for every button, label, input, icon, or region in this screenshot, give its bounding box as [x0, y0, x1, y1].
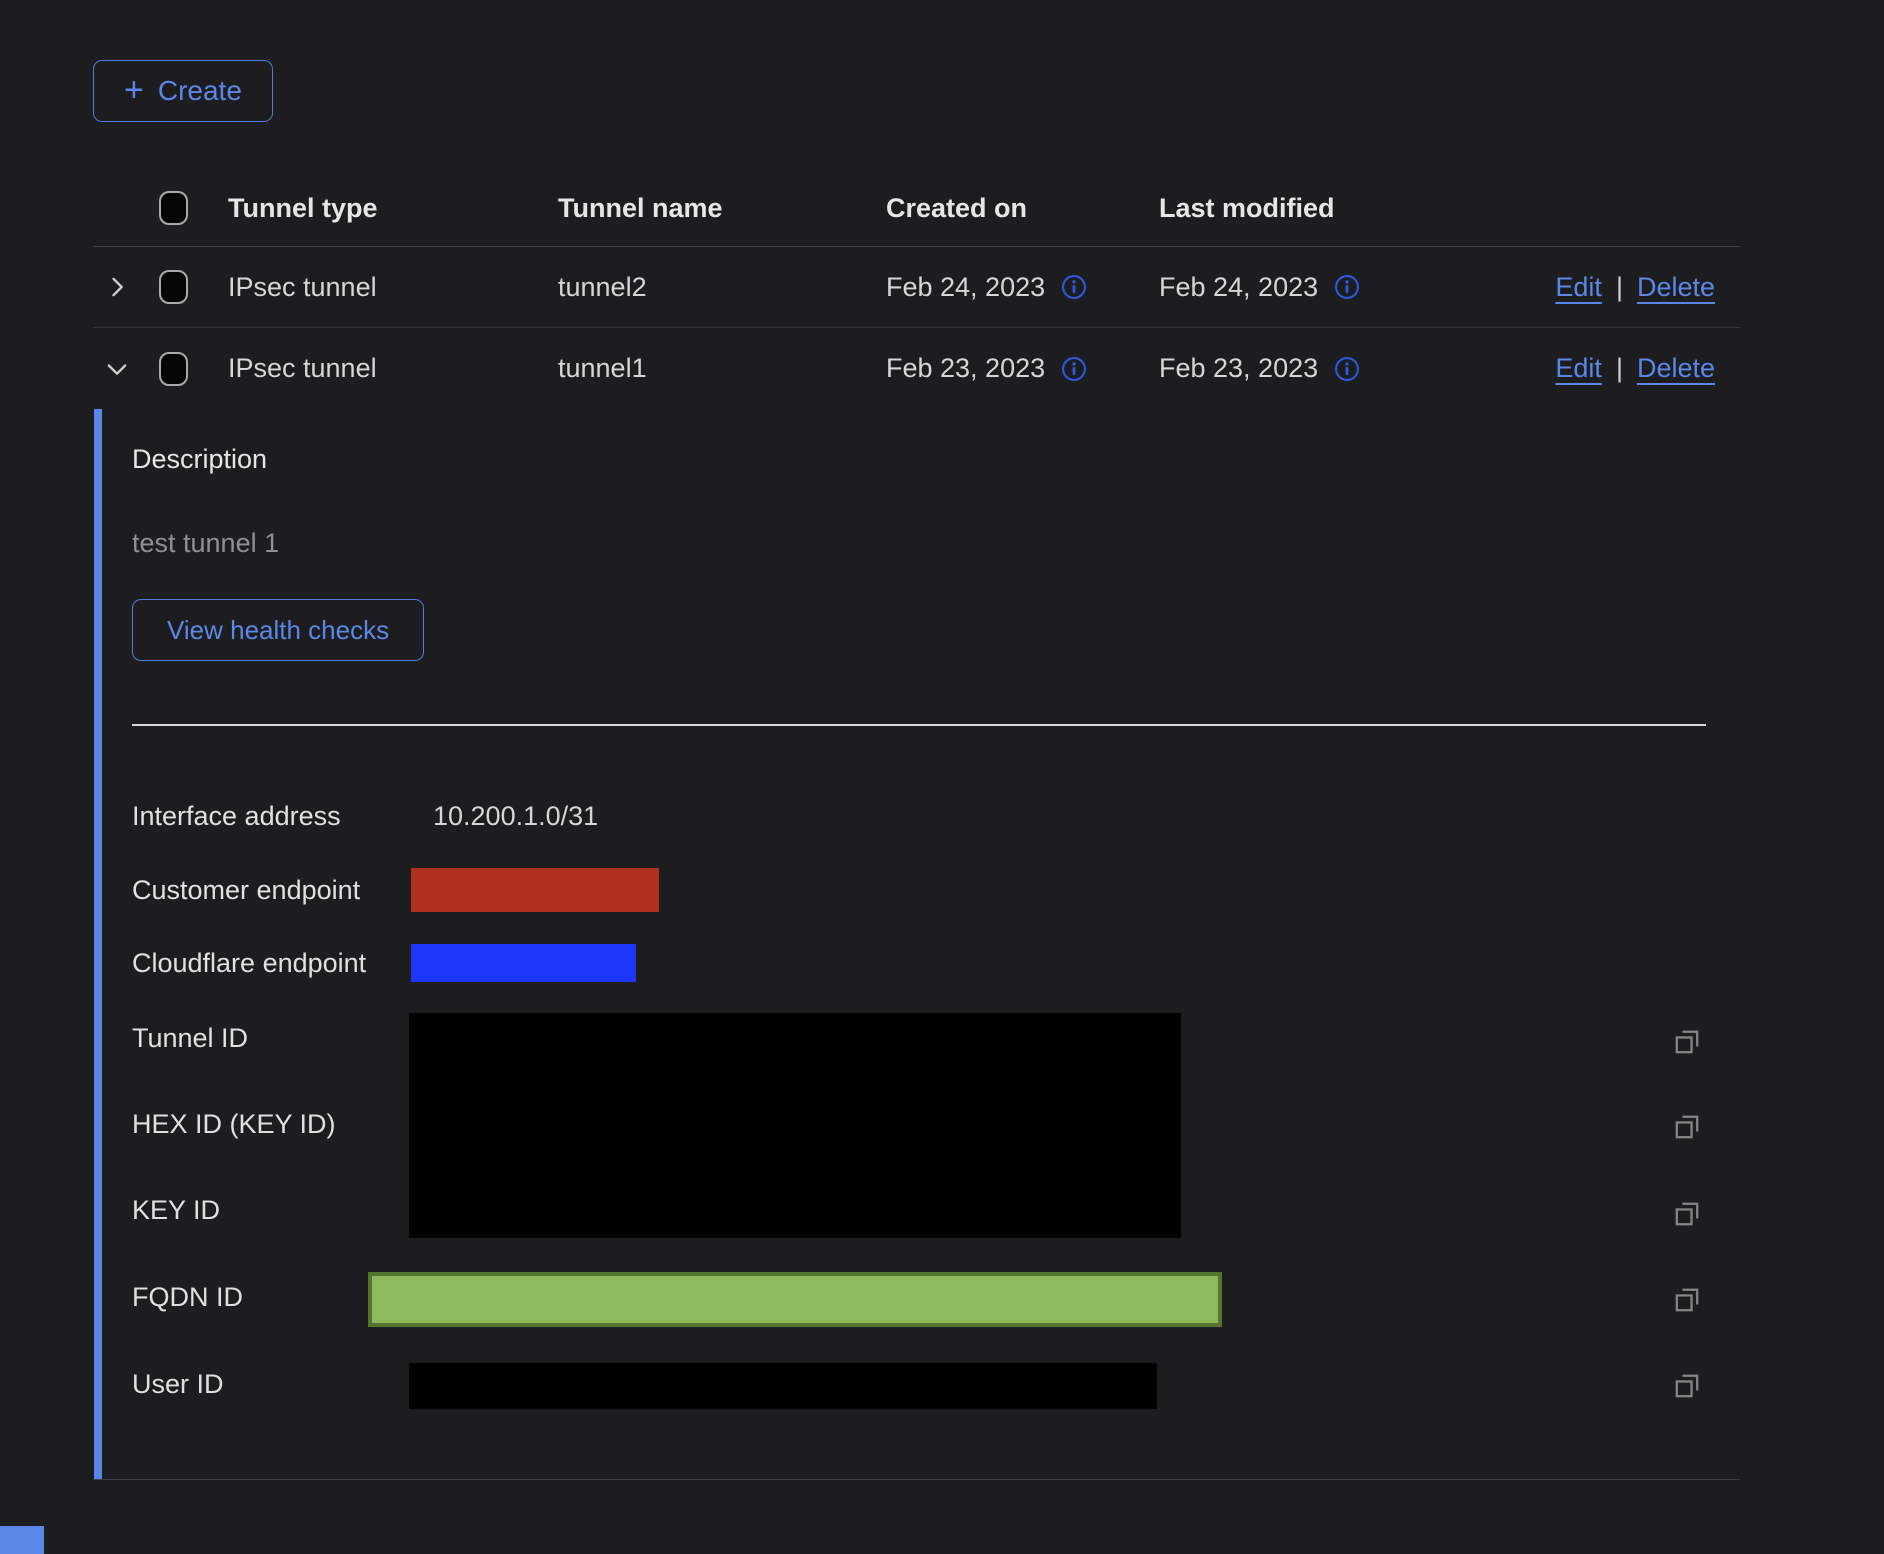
delete-link[interactable]: Delete — [1637, 272, 1715, 303]
key-id-label: KEY ID — [132, 1192, 220, 1228]
cloudflare-endpoint-label: Cloudflare endpoint — [132, 945, 366, 981]
column-header-created-on: Created on — [864, 193, 1137, 224]
delete-link[interactable]: Delete — [1637, 353, 1715, 384]
row-checkbox[interactable] — [159, 270, 188, 304]
tunnel-name-cell: tunnel2 — [536, 272, 864, 303]
row-checkbox[interactable] — [159, 352, 188, 386]
info-icon[interactable] — [1334, 356, 1360, 382]
copy-icon — [1670, 1283, 1704, 1317]
user-id-redaction — [409, 1363, 1157, 1409]
table-header-row: Tunnel type Tunnel name Created on Last … — [93, 170, 1740, 247]
expanded-row-accent-bar — [94, 409, 102, 1479]
expanded-row-detail: Description test tunnel 1 View health ch… — [93, 409, 1740, 1480]
copy-user-id-button[interactable] — [1670, 1368, 1706, 1404]
customer-endpoint-redaction — [411, 868, 659, 912]
table-row-tunnel2: IPsec tunnel tunnel2 Feb 24, 2023 Feb 24… — [93, 247, 1740, 328]
section-divider — [132, 724, 1706, 726]
user-id-label: User ID — [132, 1366, 224, 1402]
description-label: Description — [132, 441, 267, 477]
interface-address-label: Interface address — [132, 798, 341, 834]
tunnel-type-cell: IPsec tunnel — [206, 353, 536, 384]
info-icon[interactable] — [1061, 274, 1087, 300]
column-header-tunnel-name: Tunnel name — [536, 193, 864, 224]
collapse-row-button[interactable] — [93, 355, 141, 383]
create-button[interactable]: + Create — [93, 60, 273, 122]
view-health-checks-button[interactable]: View health checks — [132, 599, 424, 661]
info-icon[interactable] — [1061, 356, 1087, 382]
last-modified-cell: Feb 23, 2023 — [1159, 353, 1318, 384]
tunnels-page: + Create Tunnel type Tunnel name Created… — [0, 0, 1884, 1554]
last-modified-cell: Feb 24, 2023 — [1159, 272, 1318, 303]
cloudflare-endpoint-redaction — [411, 944, 636, 982]
create-button-label: Create — [158, 75, 242, 107]
chevron-right-icon — [103, 273, 131, 301]
fqdn-id-redaction — [368, 1272, 1222, 1327]
copy-icon — [1670, 1369, 1704, 1403]
customer-endpoint-label: Customer endpoint — [132, 872, 360, 908]
tunnel-name-cell: tunnel1 — [536, 353, 864, 384]
edit-link[interactable]: Edit — [1555, 353, 1602, 384]
edit-link[interactable]: Edit — [1555, 272, 1602, 303]
plus-icon: + — [124, 73, 144, 107]
tunnel-type-cell: IPsec tunnel — [206, 272, 536, 303]
copy-key-id-button[interactable] — [1670, 1196, 1706, 1232]
table-row-tunnel1: IPsec tunnel tunnel1 Feb 23, 2023 Feb 23… — [93, 328, 1740, 409]
column-header-last-modified: Last modified — [1137, 193, 1462, 224]
copy-icon — [1670, 1025, 1704, 1059]
copy-icon — [1670, 1110, 1704, 1144]
copy-hex-id-button[interactable] — [1670, 1109, 1706, 1145]
interface-address-value: 10.200.1.0/31 — [433, 798, 598, 834]
info-icon[interactable] — [1334, 274, 1360, 300]
expand-row-button[interactable] — [93, 273, 141, 301]
fqdn-id-label: FQDN ID — [132, 1279, 243, 1315]
copy-tunnel-id-button[interactable] — [1670, 1024, 1706, 1060]
actions-separator: | — [1616, 353, 1623, 384]
tunnel-id-label: Tunnel ID — [132, 1020, 248, 1056]
select-all-checkbox[interactable] — [159, 191, 188, 225]
copy-icon — [1670, 1197, 1704, 1231]
ids-redaction-block — [409, 1013, 1181, 1238]
hex-id-label: HEX ID (KEY ID) — [132, 1106, 336, 1142]
bottom-edge-accent-fragment — [0, 1526, 44, 1554]
column-header-tunnel-type: Tunnel type — [206, 193, 536, 224]
description-value: test tunnel 1 — [132, 525, 279, 561]
created-on-cell: Feb 23, 2023 — [886, 353, 1045, 384]
copy-fqdn-id-button[interactable] — [1670, 1282, 1706, 1318]
actions-separator: | — [1616, 272, 1623, 303]
chevron-down-icon — [103, 355, 131, 383]
created-on-cell: Feb 24, 2023 — [886, 272, 1045, 303]
